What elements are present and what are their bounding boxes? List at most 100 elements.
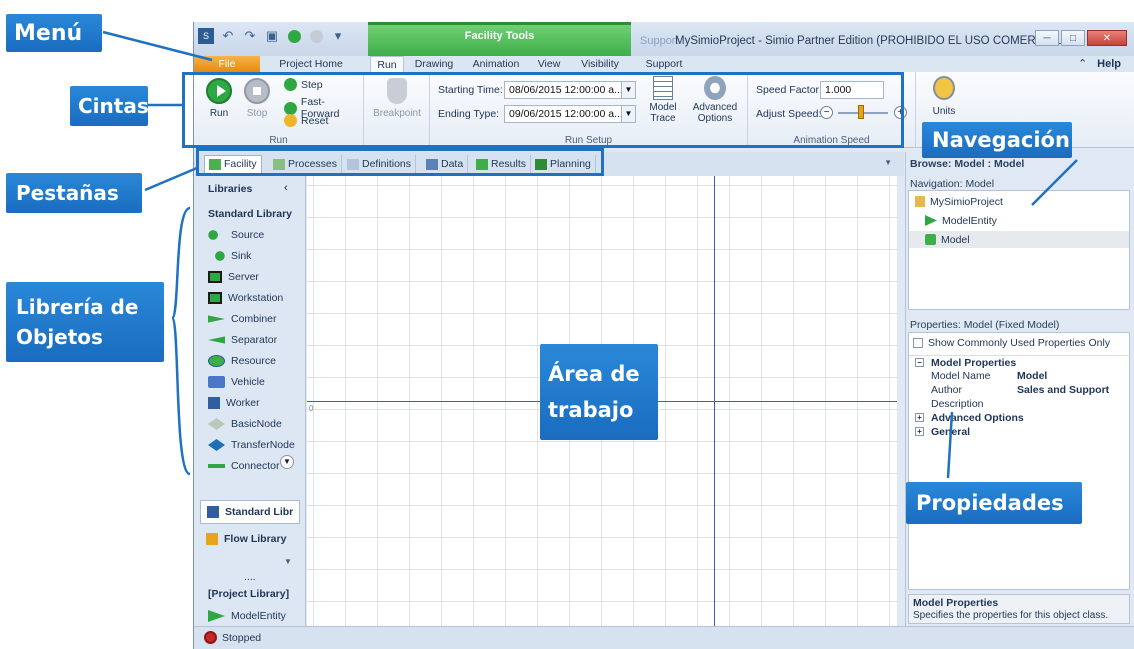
separator-icon	[208, 336, 225, 344]
general-section[interactable]: + General	[909, 425, 1131, 439]
facility-tools-header: Facility Tools	[368, 22, 631, 56]
tabs-overflow-icon[interactable]: ▼	[884, 158, 892, 167]
property-value[interactable]: Model	[1017, 369, 1047, 383]
library-item-vehicle[interactable]: Vehicle	[208, 372, 265, 392]
nav-item-mysimioproject[interactable]: MySimioProject	[915, 193, 1003, 210]
nav-item-label: MySimioProject	[930, 195, 1003, 208]
library-icon	[207, 506, 219, 518]
stopped-status-icon	[204, 631, 217, 644]
undo-icon[interactable]: ↶	[220, 28, 236, 44]
modelentity-icon	[208, 610, 225, 622]
advanced-options-section[interactable]: + Advanced Options	[909, 411, 1131, 425]
navigation-header: Navigation: Model	[910, 178, 995, 190]
library-item-resource[interactable]: Resource	[208, 351, 276, 371]
collapse-libraries-icon[interactable]: ‹	[284, 182, 288, 194]
property-row-author[interactable]: Author Sales and Support	[909, 383, 1131, 397]
pestanas-pointer-line	[144, 166, 198, 192]
close-button[interactable]: ✕	[1087, 30, 1127, 46]
customize-qat-icon[interactable]: ▾	[330, 28, 346, 44]
help-link[interactable]: ⌃ Help	[1078, 56, 1121, 72]
section-label: General	[931, 426, 971, 438]
libreria-line-2: Objetos	[16, 325, 103, 349]
library-item-basicnode[interactable]: BasicNode	[208, 414, 282, 434]
expand-icon[interactable]: +	[915, 413, 924, 422]
title-bar: S ↶ ↷ ▣ ▾ Facility Tools Support MySimio…	[194, 22, 1134, 56]
vehicle-icon	[208, 376, 225, 388]
library-item-sink[interactable]: Sink	[208, 246, 251, 266]
checkbox[interactable]	[913, 338, 923, 348]
run-icon[interactable]	[286, 28, 302, 44]
resource-icon	[208, 355, 225, 367]
area-line-1: Área de	[548, 362, 640, 386]
property-value[interactable]: Sales and Support	[1017, 383, 1109, 397]
help-title: Model Properties	[913, 597, 999, 609]
property-help-box: Model Properties Specifies the propertie…	[908, 594, 1130, 624]
collapse-ribbon-icon[interactable]: ⌃	[1078, 58, 1087, 70]
property-row-description[interactable]: Description	[909, 397, 1131, 411]
tab-view[interactable]: View	[534, 56, 564, 72]
tab-support[interactable]: Support	[642, 56, 686, 72]
model-properties-section[interactable]: − Model Properties	[909, 355, 1131, 369]
scroll-down-icon[interactable]: ▼	[280, 455, 294, 469]
folder-icon	[915, 196, 925, 207]
stop-icon[interactable]	[308, 28, 324, 44]
pestanas-callout: Pestañas	[6, 173, 142, 213]
property-key: Model Name	[931, 370, 991, 382]
library-item-label: Vehicle	[231, 376, 265, 388]
status-bar: Stopped	[194, 626, 1134, 649]
tab-project-home[interactable]: Project Home	[268, 56, 354, 72]
library-item-source[interactable]: Source	[208, 225, 264, 245]
sections-expand-icon[interactable]: ▼	[284, 557, 292, 566]
maximize-button[interactable]: □	[1061, 30, 1085, 46]
connector-icon	[208, 464, 225, 468]
libraries-header: Libraries	[208, 183, 253, 195]
library-item-connector[interactable]: Connector	[208, 456, 279, 476]
worker-icon	[208, 397, 220, 409]
nav-item-modelentity[interactable]: ModelEntity	[925, 212, 997, 229]
tab-run[interactable]: Run	[370, 56, 404, 72]
facility-tools-label: Facility Tools	[464, 30, 535, 42]
show-common-toggle[interactable]: Show Commonly Used Properties Only	[913, 337, 1110, 349]
library-item-separator[interactable]: Separator	[208, 330, 277, 350]
support-header: Support	[640, 35, 679, 47]
tab-drawing[interactable]: Drawing	[410, 56, 458, 72]
tab-visibility[interactable]: Visibility	[574, 56, 626, 72]
property-row-model-name[interactable]: Model Name Model	[909, 369, 1131, 383]
tab-file[interactable]: File	[194, 56, 260, 72]
modelentity-icon	[925, 215, 937, 226]
minimize-button[interactable]: ─	[1035, 30, 1059, 46]
nav-item-model[interactable]: Model	[909, 231, 1129, 248]
project-library-title: [Project Library]	[208, 588, 290, 600]
navegacion-callout: Navegación	[922, 122, 1072, 158]
library-item-worker[interactable]: Worker	[208, 393, 260, 413]
origin-label: 0	[309, 404, 314, 413]
library-item-label: Server	[228, 271, 259, 283]
gauge-icon	[933, 76, 955, 100]
library-item-combiner[interactable]: Combiner	[208, 309, 277, 329]
library-item-server[interactable]: Server	[208, 267, 259, 287]
workstation-icon	[208, 292, 222, 304]
tab-animation[interactable]: Animation	[466, 56, 526, 72]
collapse-icon[interactable]: −	[915, 358, 924, 367]
flow-library-section[interactable]: Flow Library	[200, 527, 300, 551]
transfernode-icon	[208, 439, 225, 451]
screenshot-stage: S ↶ ↷ ▣ ▾ Facility Tools Support MySimio…	[0, 0, 1134, 649]
library-item-workstation[interactable]: Workstation	[208, 288, 283, 308]
browse-header: Browse: Model : Model	[910, 158, 1025, 170]
simio-logo-icon: S	[198, 28, 214, 44]
expand-icon[interactable]: +	[915, 427, 924, 436]
section-label: Model Properties	[931, 357, 1017, 369]
redo-icon[interactable]: ↷	[242, 28, 258, 44]
server-icon	[208, 271, 222, 283]
library-item-transfernode[interactable]: TransferNode	[208, 435, 295, 455]
project-item-modelentity[interactable]: ModelEntity	[208, 606, 286, 626]
standard-library-section[interactable]: Standard Libr	[200, 500, 300, 524]
ribbon-highlight	[182, 72, 904, 148]
library-item-label: Separator	[231, 334, 278, 346]
libreria-brace	[170, 206, 191, 476]
save-icon[interactable]: ▣	[264, 28, 280, 44]
nav-item-label: Model	[941, 233, 970, 246]
units-button[interactable]: Units	[924, 76, 964, 117]
ribbon-tab-row: File Project Home Run Drawing Animation …	[194, 56, 1134, 72]
splitter-dots[interactable]: ....	[244, 571, 256, 583]
